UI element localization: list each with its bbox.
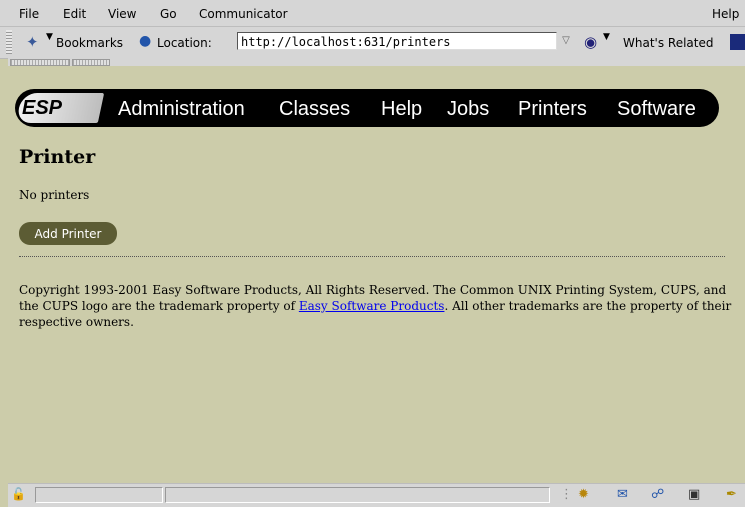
bookmarks-button[interactable]: Bookmarks [56, 36, 123, 50]
menu-bar: File Edit View Go Communicator Help [0, 0, 745, 27]
nav-printers[interactable]: Printers [518, 98, 587, 121]
location-input[interactable]: http://localhost:631/printers [237, 32, 557, 50]
copyright-notice: Copyright 1993-2001 Easy Software Produc… [19, 282, 735, 330]
menu-go[interactable]: Go [160, 7, 177, 21]
esp-logo[interactable]: ESP [22, 97, 62, 120]
collapsed-toolbars [8, 58, 745, 66]
nav-software[interactable]: Software [617, 98, 696, 121]
status-grip-icon: ⋮ [560, 487, 573, 502]
discussions-icon[interactable]: ☍ [651, 487, 664, 502]
nav-classes[interactable]: Classes [279, 98, 350, 121]
bookmark-icon[interactable]: ✦ [26, 33, 39, 51]
status-progress-box [35, 487, 163, 503]
location-toolbar: ✦ ▼ Bookmarks ● Location: http://localho… [0, 27, 745, 59]
edit-pencil-icon[interactable]: ✒ [726, 487, 737, 502]
navigator-icon[interactable]: ✹ [578, 487, 589, 502]
menu-edit[interactable]: Edit [63, 7, 86, 21]
whats-related-icon[interactable]: ◉ [584, 33, 597, 51]
printer-status-text: No printers [19, 188, 90, 202]
menu-communicator[interactable]: Communicator [199, 7, 288, 21]
status-message-box [165, 487, 550, 503]
nav-jobs[interactable]: Jobs [447, 98, 489, 121]
bookmarks-dropdown-icon: ▼ [46, 32, 53, 42]
netscape-logo-icon[interactable] [730, 34, 745, 50]
location-dropdown-icon[interactable]: ▽ [560, 35, 572, 49]
divider [19, 256, 725, 257]
mail-icon[interactable]: ✉ [617, 487, 628, 502]
whats-related-dropdown-icon: ▼ [603, 32, 610, 42]
menu-file[interactable]: File [19, 7, 39, 21]
toolbar-grip[interactable] [6, 30, 12, 54]
add-printer-button[interactable]: Add Printer [19, 222, 117, 245]
location-label: Location: [157, 36, 212, 50]
collapsed-toolbar-tab[interactable] [72, 59, 110, 66]
menu-view[interactable]: View [108, 7, 136, 21]
composer-icon[interactable]: ▣ [688, 487, 700, 502]
status-bar: 🔓 ⋮ ✹ ✉ ☍ ▣ ✒ [8, 483, 745, 507]
menu-help[interactable]: Help [712, 7, 739, 21]
whats-related-button[interactable]: What's Related [623, 36, 713, 50]
nav-help[interactable]: Help [381, 98, 422, 121]
nav-administration[interactable]: Administration [118, 98, 245, 121]
collapsed-toolbar-tab[interactable] [10, 59, 70, 66]
location-icon: ● [139, 33, 152, 49]
security-lock-icon[interactable]: 🔓 [11, 487, 26, 501]
easy-software-link[interactable]: Easy Software Products [299, 299, 445, 313]
page-title: Printer [19, 146, 96, 168]
